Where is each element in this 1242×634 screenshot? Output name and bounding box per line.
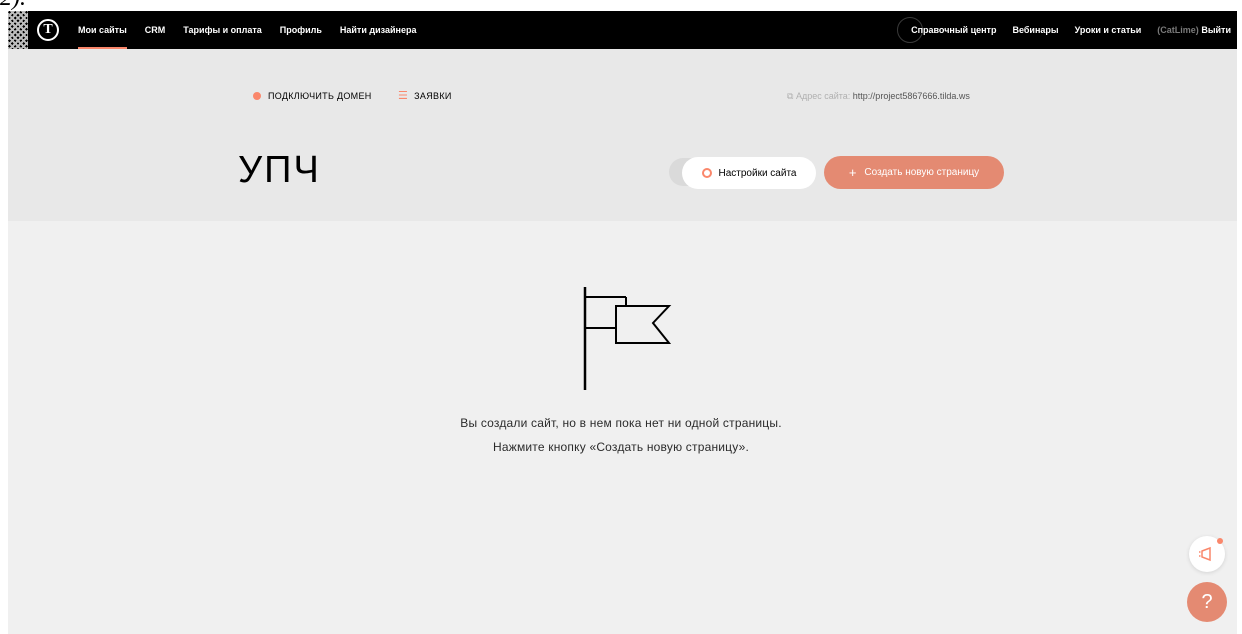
- address-url[interactable]: http://project5867666.tilda.ws: [853, 91, 970, 101]
- lessons-link[interactable]: Уроки и статьи: [1075, 11, 1142, 49]
- external-link-icon: ⧉: [787, 91, 794, 101]
- right-nav: Справочный центр Вебинары Уроки и статьи…: [911, 11, 1237, 49]
- pattern-strip: [8, 11, 28, 49]
- nav-item-find-designer[interactable]: Найти дизайнера: [340, 11, 417, 49]
- nav-item-my-sites[interactable]: Мои сайты: [78, 11, 127, 49]
- main-nav: Мои сайты CRM Тарифы и оплата Профиль На…: [78, 11, 434, 49]
- logout-label: Выйти: [1201, 25, 1231, 35]
- site-settings-label: Настройки сайта: [718, 167, 797, 179]
- logout-link[interactable]: (CatLime) Выйти: [1157, 11, 1231, 49]
- plus-icon: +: [848, 165, 857, 180]
- help-icon: ?: [1201, 590, 1213, 613]
- connect-domain-label: ПОДКЛЮЧИТЬ ДОМЕН: [268, 91, 372, 101]
- top-bar: T Мои сайты CRM Тарифы и оплата Профиль …: [8, 11, 1237, 49]
- nav-item-crm[interactable]: CRM: [145, 11, 166, 49]
- project-header: [8, 49, 1237, 221]
- left-strip: [0, 11, 8, 634]
- flag-icon: [583, 287, 672, 390]
- site-address: ⧉ Адрес сайта: http://project5867666.til…: [787, 91, 970, 102]
- empty-message-line1: Вы создали сайт, но в нем пока нет ни од…: [460, 416, 782, 430]
- requests-link[interactable]: ☰ ЗАЯВКИ: [398, 89, 452, 102]
- dot-icon: [253, 92, 261, 100]
- empty-message-line2: Нажмите кнопку «Создать новую страницу».: [492, 440, 749, 454]
- lines-icon: ☰: [398, 89, 409, 102]
- help-center-link[interactable]: Справочный центр: [911, 11, 996, 49]
- logo-icon[interactable]: T: [37, 19, 59, 41]
- announcements-button[interactable]: [1189, 536, 1225, 572]
- ring-icon: [701, 168, 712, 178]
- notification-dot: [1217, 538, 1223, 544]
- project-title: УПЧ: [238, 149, 321, 191]
- connect-domain-link[interactable]: ПОДКЛЮЧИТЬ ДОМЕН: [253, 91, 372, 101]
- nav-item-profile[interactable]: Профиль: [280, 11, 322, 49]
- crop-text: 2).: [0, 0, 26, 10]
- address-label: Адрес сайта:: [795, 91, 851, 101]
- site-settings-button[interactable]: Настройки сайта: [682, 157, 816, 189]
- requests-label: ЗАЯВКИ: [414, 91, 452, 101]
- create-page-label: Создать новую страницу: [864, 167, 980, 178]
- right-strip: [1237, 11, 1242, 634]
- create-page-button[interactable]: + Создать новую страницу: [824, 156, 1004, 189]
- nav-item-billing[interactable]: Тарифы и оплата: [183, 11, 261, 49]
- webinars-link[interactable]: Вебинары: [1012, 11, 1058, 49]
- user-name: (CatLime): [1157, 25, 1199, 35]
- megaphone-icon: [1199, 546, 1211, 562]
- help-button[interactable]: ?: [1187, 582, 1227, 622]
